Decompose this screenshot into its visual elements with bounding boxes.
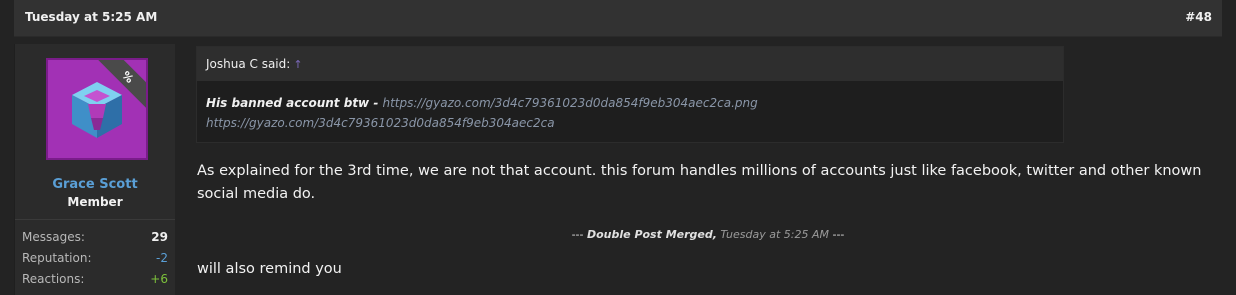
avatar[interactable]: % [46,58,148,160]
jump-to-quote-icon[interactable]: ↑ [293,58,302,71]
stat-value: +6 [150,272,168,286]
double-post-merged: --- Double Post Merged, Tuesday at 5:25 … [0,228,1236,241]
quote-author: Joshua C said: ↑ [206,57,303,71]
merge-prefix: --- [571,228,587,241]
quote-block: Joshua C said: ↑ His banned account btw -… [196,46,1064,143]
post-number[interactable]: #48 [1185,10,1212,24]
stat-reactions: Reactions: +6 [15,262,175,286]
message-followup: will also remind you [197,261,342,277]
username-link[interactable]: Grace Scott [15,177,175,192]
merge-time[interactable]: Tuesday at 5:25 AM [720,228,829,241]
post-header: Tuesday at 5:25 AM #48 [14,0,1222,37]
quote-link-png[interactable]: https://gyazo.com/3d4c79361023d0da854f9e… [382,96,757,110]
stat-label: Reactions: [22,272,85,286]
quote-lead-text: His banned account btw - [206,96,383,110]
quote-link-page[interactable]: https://gyazo.com/3d4c79361023d0da854f9e… [206,116,555,130]
user-sidebar: % Grace Scott Member Messages: 29 Reputa… [14,44,175,295]
message-text: As explained for the 3rd time, we are no… [197,163,1202,202]
quote-header: Joshua C said: ↑ [197,47,1063,81]
stat-reputation: Reputation: -2 [15,241,175,265]
merge-suffix: --- [829,228,845,241]
merge-label: Double Post Merged, [586,228,717,241]
user-title: Member [67,195,123,209]
post-date[interactable]: Tuesday at 5:25 AM [25,10,157,24]
quote-author-text: Joshua C said: [206,57,291,71]
quote-body: His banned account btw - https://gyazo.c… [206,93,758,133]
